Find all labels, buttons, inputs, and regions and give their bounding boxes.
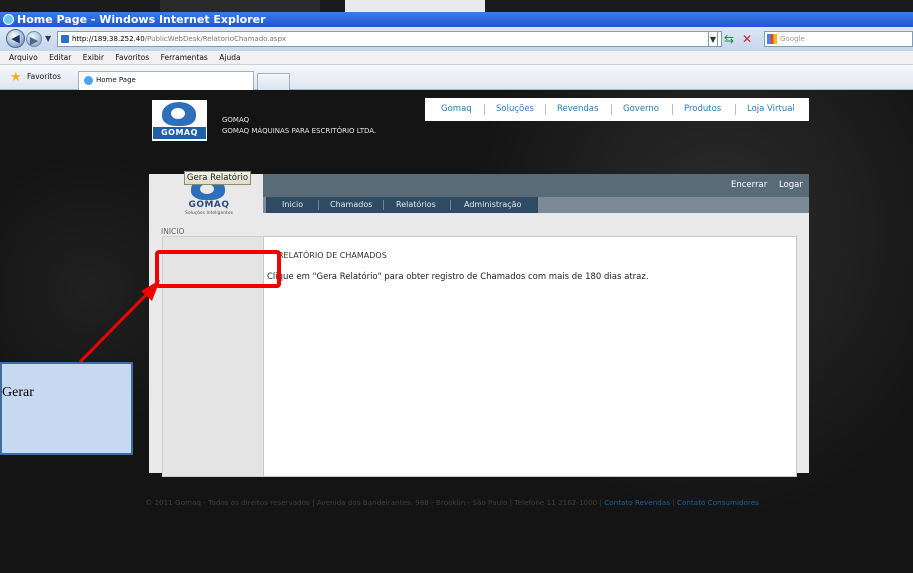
- screen: Home Page - Windows Internet Explorer ◀ …: [0, 0, 913, 573]
- annotation-callout: Gerar: [0, 362, 133, 455]
- annotation-highlight-box: [155, 250, 281, 288]
- arrow-shaft: [78, 291, 150, 364]
- annotation-arrow: [78, 280, 160, 364]
- annotation-callout-text: Gerar: [2, 385, 34, 400]
